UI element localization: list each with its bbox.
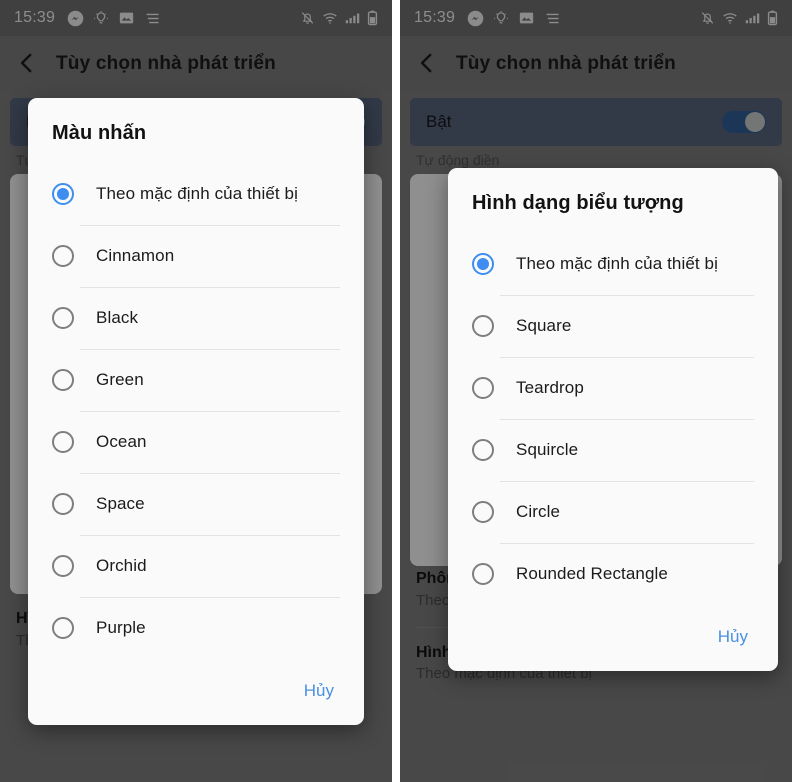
lightbulb-icon	[93, 10, 109, 27]
option-label: Green	[96, 370, 144, 389]
option-row-ocean[interactable]: Ocean	[28, 411, 364, 473]
wifi-icon	[322, 11, 338, 25]
option-label: Theo mặc định của thiết bị	[516, 254, 718, 273]
battery-icon	[767, 10, 778, 26]
option-row-theo-mac-dinh[interactable]: Theo mặc định của thiết bị	[28, 163, 364, 225]
option-row-space[interactable]: Space	[28, 473, 364, 535]
option-label: Squircle	[516, 440, 579, 459]
option-label: Square	[516, 316, 572, 335]
switch-knob	[745, 112, 765, 132]
messenger-icon	[467, 10, 484, 27]
wifi-icon	[722, 11, 738, 25]
option-label: Teardrop	[516, 378, 584, 397]
status-bar-clock: 15:39	[414, 9, 456, 26]
radio-button-icon[interactable]	[472, 501, 494, 523]
dual-screenshot-container: 15:39 Tùy chọn nhà phát triển Tự Màu nhấ…	[0, 0, 800, 782]
cancel-button[interactable]: Hủy	[300, 679, 338, 703]
option-label: Purple	[96, 618, 146, 637]
status-bar-notification-icons	[467, 10, 561, 27]
radio-button-icon[interactable]	[52, 617, 74, 639]
option-label: Black	[96, 308, 139, 327]
status-bar: 15:39	[400, 0, 792, 36]
status-bar-clock: 15:39	[14, 9, 56, 26]
radio-button-icon[interactable]	[52, 493, 74, 515]
option-label: Cinnamon	[96, 246, 175, 265]
accent-color-option-list: Theo mặc định của thiết bị Cinnamon Blac…	[28, 163, 364, 659]
dialog-actions: Hủy	[448, 605, 778, 671]
radio-button-icon[interactable]	[52, 183, 74, 205]
status-bar-notification-icons	[67, 10, 161, 27]
status-bar-system-icons	[300, 10, 378, 26]
cancel-button[interactable]: Hủy	[714, 625, 752, 649]
battery-icon	[367, 10, 378, 26]
back-chevron-icon[interactable]	[14, 50, 42, 78]
option-label: Circle	[516, 502, 561, 521]
accent-color-dialog: Màu nhấn Theo mặc định của thiết bị Cinn…	[28, 98, 364, 725]
radio-button-icon[interactable]	[52, 245, 74, 267]
radio-button-icon[interactable]	[472, 377, 494, 399]
app-bar: Tùy chọn nhà phát triển	[400, 36, 792, 92]
image-icon	[518, 10, 535, 26]
option-row-teardrop[interactable]: Teardrop	[448, 357, 778, 419]
option-row-orchid[interactable]: Orchid	[28, 535, 364, 597]
radio-button-icon[interactable]	[52, 555, 74, 577]
developer-options-switch[interactable]	[722, 111, 766, 133]
dialog-actions: Hủy	[28, 659, 364, 725]
toggle-label: Bật	[426, 112, 452, 131]
status-bar: 15:39	[0, 0, 392, 36]
menu-lines-icon	[544, 11, 561, 26]
option-row-green[interactable]: Green	[28, 349, 364, 411]
status-bar-system-icons	[700, 10, 778, 26]
option-row-square[interactable]: Square	[448, 295, 778, 357]
radio-button-icon[interactable]	[472, 439, 494, 461]
option-row-squircle[interactable]: Squircle	[448, 419, 778, 481]
option-row-circle[interactable]: Circle	[448, 481, 778, 543]
app-bar: Tùy chọn nhà phát triển	[0, 36, 392, 92]
radio-button-icon[interactable]	[472, 563, 494, 585]
image-icon	[118, 10, 135, 26]
back-chevron-icon[interactable]	[414, 50, 442, 78]
option-row-black[interactable]: Black	[28, 287, 364, 349]
radio-button-icon[interactable]	[52, 369, 74, 391]
radio-button-icon[interactable]	[52, 431, 74, 453]
option-row-theo-mac-dinh[interactable]: Theo mặc định của thiết bị	[448, 233, 778, 295]
option-row-purple[interactable]: Purple	[28, 597, 364, 659]
option-label: Theo mặc định của thiết bị	[96, 184, 298, 203]
radio-button-icon[interactable]	[472, 253, 494, 275]
option-label: Ocean	[96, 432, 147, 451]
right-phone-screen: 15:39 Tùy chọn nhà phát triển Bật Tự độn…	[400, 0, 792, 782]
bell-muted-icon	[700, 10, 715, 26]
dialog-title: Hình dạng biểu tượng	[472, 192, 684, 214]
developer-options-toggle-row[interactable]: Bật	[410, 98, 782, 146]
option-label: Orchid	[96, 556, 147, 575]
option-label: Space	[96, 494, 145, 513]
section-label-autofill: Tự động điền	[416, 152, 500, 168]
lightbulb-icon	[493, 10, 509, 27]
signal-bars-icon	[745, 11, 760, 25]
page-title: Tùy chọn nhà phát triển	[456, 53, 676, 74]
messenger-icon	[67, 10, 84, 27]
radio-button-icon[interactable]	[52, 307, 74, 329]
dialog-title: Màu nhấn	[52, 122, 147, 144]
option-label: Rounded Rectangle	[516, 564, 668, 583]
menu-lines-icon	[144, 11, 161, 26]
signal-bars-icon	[345, 11, 360, 25]
radio-button-icon[interactable]	[472, 315, 494, 337]
left-phone-screen: 15:39 Tùy chọn nhà phát triển Tự Màu nhấ…	[0, 0, 392, 782]
icon-shape-option-list: Theo mặc định của thiết bị Square Teardr…	[448, 233, 778, 605]
option-row-cinnamon[interactable]: Cinnamon	[28, 225, 364, 287]
page-title: Tùy chọn nhà phát triển	[56, 53, 276, 74]
bell-muted-icon	[300, 10, 315, 26]
icon-shape-dialog: Hình dạng biểu tượng Theo mặc định của t…	[448, 168, 778, 671]
option-row-rounded-rectangle[interactable]: Rounded Rectangle	[448, 543, 778, 605]
